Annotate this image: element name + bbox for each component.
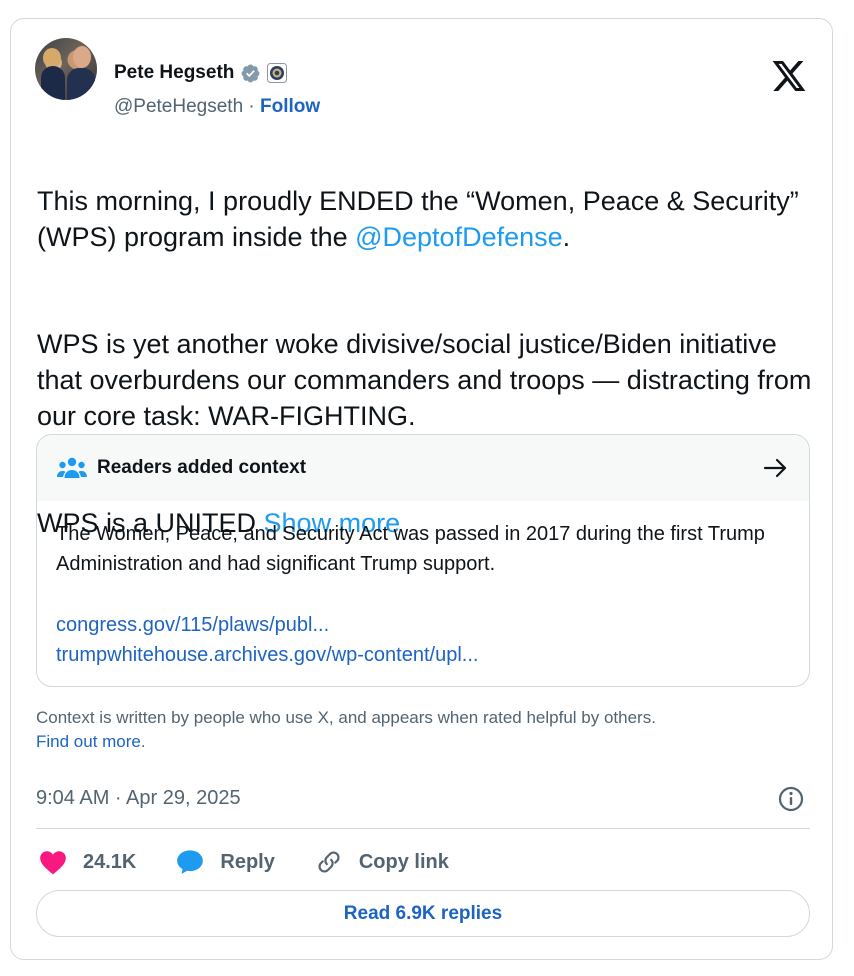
x-logo-icon[interactable] xyxy=(772,61,806,91)
author-name-row: Pete Hegseth xyxy=(114,62,288,84)
reply-button[interactable]: Reply xyxy=(176,849,275,875)
community-note-header[interactable]: Readers added context xyxy=(37,435,809,501)
reply-bubble-icon xyxy=(177,850,204,874)
like-count: 24.1K xyxy=(83,850,137,873)
community-note-body: The Women, Peace, and Security Act was p… xyxy=(56,523,765,575)
disclaimer-text: Context is written by people who use X, … xyxy=(36,708,656,727)
author-name[interactable]: Pete Hegseth xyxy=(114,62,234,84)
community-note-title: Readers added context xyxy=(97,457,307,478)
follow-button[interactable]: Follow xyxy=(260,96,320,117)
tweet-embed-card: Pete Hegseth @PeteHegseth · Follow This … xyxy=(10,18,833,960)
arrow-right-icon[interactable] xyxy=(763,456,789,480)
mention-link[interactable]: @DeptofDefense xyxy=(355,222,563,252)
reply-label: Reply xyxy=(220,850,275,873)
info-icon[interactable] xyxy=(778,786,804,812)
context-disclaimer: Context is written by people who use X, … xyxy=(36,706,816,754)
author-avatar[interactable] xyxy=(35,38,97,100)
tweet-timestamp[interactable]: 9:04 AM · Apr 29, 2025 xyxy=(36,787,241,810)
community-note[interactable]: Readers added context The Women, Peace, … xyxy=(36,434,810,687)
handle-separator: · xyxy=(248,96,255,117)
author-handle[interactable]: @PeteHegseth xyxy=(114,96,243,117)
like-button[interactable]: 24.1K xyxy=(39,849,136,875)
copy-link-button[interactable]: Copy link xyxy=(315,849,449,875)
divider xyxy=(36,828,810,829)
department-seal-icon xyxy=(267,63,288,83)
tweet-paragraph-1-end: . xyxy=(562,222,571,252)
author-handle-row: @PeteHegseth · Follow xyxy=(114,96,320,118)
source-link[interactable]: trumpwhitehouse.archives.gov/wp-content/… xyxy=(56,640,478,670)
verified-badge-icon xyxy=(241,64,260,82)
community-note-links: congress.gov/115/plaws/publ... trumpwhit… xyxy=(56,610,478,670)
read-replies-button[interactable]: Read 6.9K replies xyxy=(36,890,810,937)
tweet-paragraph-1: This morning, I proudly ENDED the “Women… xyxy=(37,183,827,255)
action-bar: 24.1K Reply Copy link xyxy=(39,845,489,879)
tweet-paragraph-2: WPS is yet another woke divisive/social … xyxy=(37,329,812,431)
link-icon xyxy=(318,851,340,873)
copy-link-label: Copy link xyxy=(358,850,449,873)
heart-icon xyxy=(40,851,66,875)
disclaimer-end: . xyxy=(140,732,146,751)
source-link[interactable]: congress.gov/115/plaws/publ... xyxy=(56,610,478,640)
people-icon xyxy=(57,457,87,478)
find-out-more-link[interactable]: Find out more xyxy=(36,732,141,751)
